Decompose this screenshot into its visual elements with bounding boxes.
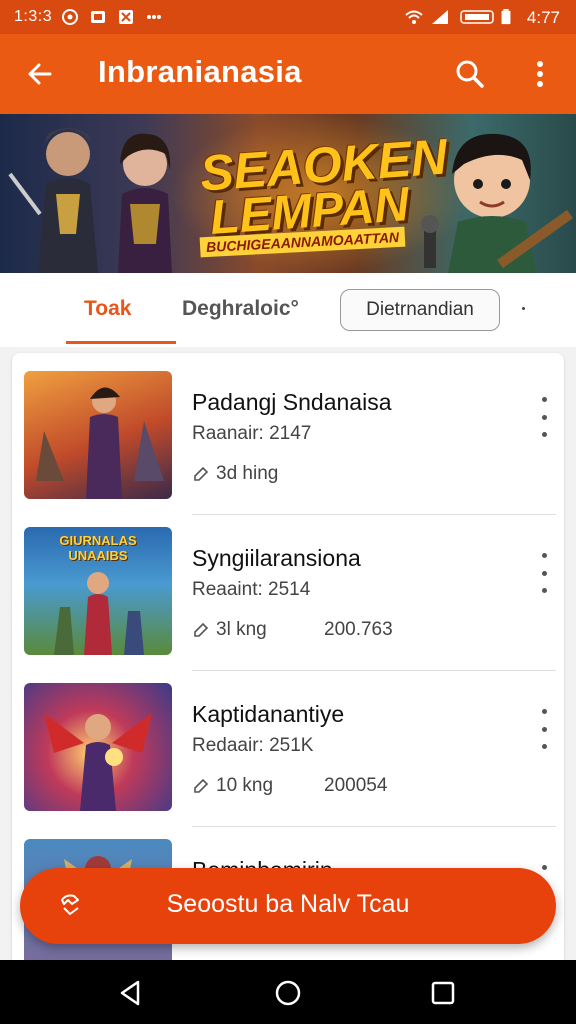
item-subtitle: Raanair: 2147	[192, 423, 312, 444]
back-button[interactable]	[20, 54, 60, 94]
wifi-icon	[405, 10, 423, 24]
nav-recents-icon[interactable]	[428, 978, 458, 1008]
item-title: Padangj Sndanaisa	[192, 389, 392, 415]
item-more-button[interactable]	[534, 709, 554, 749]
signal-icon	[432, 10, 448, 24]
item-meta: 3d hing	[192, 463, 278, 485]
tab-bar: Toak Deghraloic° Dietrnandian	[0, 273, 576, 347]
item-date: 200054	[324, 775, 388, 796]
thumbnail-art	[36, 387, 164, 499]
arrow-left-icon	[28, 63, 52, 85]
tab-deghraloic[interactable]: Deghraloic°	[182, 297, 299, 321]
list-item[interactable]: Padangj Sndanaisa Raanair: 2147 3d hing	[12, 359, 564, 515]
promo-banner[interactable]: SEAOKEN LEMPAN BUCHIGEAANNAMOAATTAN	[0, 114, 576, 273]
tab-dietrnandian-label: Dietrnandian	[366, 299, 474, 320]
tab-overflow-dot	[522, 307, 525, 310]
game-thumbnail	[24, 371, 172, 499]
item-meta: 3l kng	[192, 619, 267, 641]
search-icon	[456, 60, 484, 88]
item-subtitle: Redaair: 251K	[192, 735, 314, 756]
item-meta: 10 kng	[192, 775, 273, 797]
edit-icon	[194, 466, 209, 481]
item-title: Syngiilaransiona	[192, 545, 361, 571]
edit-icon	[194, 778, 209, 793]
primary-action-button[interactable]: Seoostu ba Nalv Tcau	[20, 868, 556, 944]
item-more-button[interactable]	[534, 397, 554, 437]
nav-back-icon[interactable]	[116, 978, 146, 1008]
thumbnail-badge: GIURNALAS UNAAIBS	[59, 533, 137, 563]
search-button[interactable]	[450, 54, 490, 94]
more-vert-icon	[537, 61, 543, 87]
banner-hero-characters-left	[8, 128, 172, 273]
game-thumbnail: GIURNALAS UNAAIBS	[24, 527, 172, 655]
item-date: 200.763	[324, 619, 393, 640]
app-bar: Inbranianasia	[0, 34, 576, 114]
battery-icon	[501, 9, 511, 25]
list-item[interactable]: GIURNALAS UNAAIBS Syngiilaransiona Reaai…	[12, 515, 564, 671]
tab-toak[interactable]: Toak	[84, 297, 131, 321]
thumbnail-art	[44, 713, 152, 811]
notification-icon	[62, 9, 78, 25]
edit-icon	[194, 622, 209, 637]
app-notification-icon-2	[119, 10, 133, 24]
status-bar: 1:3:3 4:77	[0, 0, 576, 34]
game-thumbnail	[24, 683, 172, 811]
list-item[interactable]: Kaptidanantiye Redaair: 251K 10 kng 2000…	[12, 671, 564, 827]
banner-hero-character-right	[421, 133, 573, 273]
active-tab-indicator	[66, 341, 176, 344]
nav-home-icon[interactable]	[273, 978, 303, 1008]
item-title: Kaptidanantiye	[192, 701, 345, 727]
system-navigation-bar	[0, 960, 576, 1024]
primary-action-label: Seoostu ba Nalv Tcau	[166, 890, 410, 918]
item-meta-text: 3d hing	[216, 463, 279, 484]
item-subtitle: Reaaint: 2514	[192, 579, 311, 600]
item-meta-text: 3l kng	[216, 619, 267, 640]
overflow-menu-button[interactable]	[520, 54, 560, 94]
page-title: Inbranianasia	[98, 54, 302, 89]
item-meta-text: 10 kng	[216, 775, 274, 796]
tab-dietrnandian[interactable]: Dietrnandian	[340, 289, 500, 331]
app-notification-icon	[91, 11, 105, 23]
network-badge-icon	[460, 10, 494, 24]
status-time-left: 1:3:3	[14, 8, 53, 25]
status-time-right: 4:77	[526, 8, 560, 27]
item-more-button[interactable]	[534, 553, 554, 593]
more-notifications-icon	[147, 15, 161, 19]
